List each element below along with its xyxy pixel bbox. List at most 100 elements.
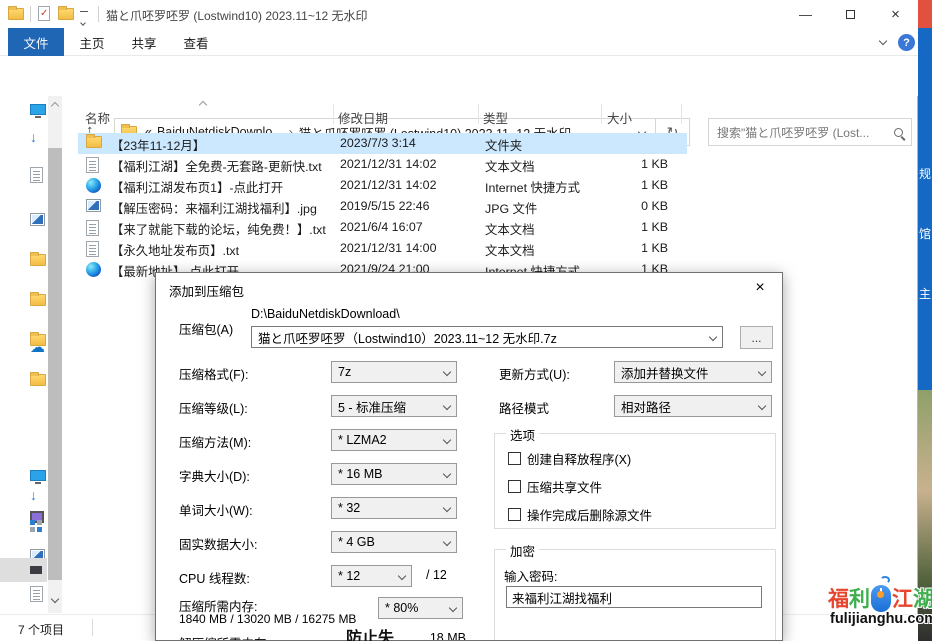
archive-name-value: 猫と爪呸罗呸罗（Lostwind10）2023.11~12 无水印.7z [258,328,557,347]
documents-icon[interactable] [30,586,43,602]
dialog-close-button[interactable]: × [738,273,782,302]
file-row[interactable]: 【永久地址发布页】.txt 2021/12/31 14:00 文本文档 1 KB [78,238,687,259]
tab-view[interactable]: 查看 [174,28,218,56]
method-select[interactable]: * LZMA2 [331,429,457,451]
help-button[interactable]: ? [898,34,915,51]
file-row[interactable]: 【来了就能下载的论坛，纯免费！】.txt 2021/6/4 16:07 文本文档… [78,217,687,238]
quick-access-properties-icon[interactable] [38,6,50,21]
folder-icon [86,136,102,148]
memory-percent-select[interactable]: * 80% [378,597,463,619]
tab-share[interactable]: 共享 [122,28,166,56]
format-select[interactable]: 7z [331,361,457,383]
level-select[interactable]: 5 - 标准压缩 [331,395,457,417]
options-group-title: 选项 [506,425,539,444]
chevron-down-icon [443,470,451,478]
file-row[interactable]: 【解压密码：来福利江湖找福利】.jpg 2019/5/15 22:46 JPG … [78,196,687,217]
background-window-strip: 规 馆 主 [918,0,932,641]
archive-label: 压缩包(A) [179,319,233,338]
password-input[interactable]: 来福利江湖找福利 [506,586,762,608]
onedrive-icon[interactable]: ☁ [30,340,45,355]
quick-access-folder-icon[interactable] [58,8,74,20]
column-divider[interactable] [601,104,602,124]
pictures-icon[interactable] [30,213,45,226]
file-type: 文件夹 [485,136,522,154]
column-header-date[interactable]: 修改日期 [338,108,388,127]
windows-tiles-icon[interactable] [30,520,42,532]
column-header-name[interactable]: 名称 [85,108,110,127]
column-divider[interactable] [333,104,334,124]
ribbon-collapse-icon[interactable] [879,37,887,45]
password-label: 输入密码: [504,566,557,585]
memory-values: 1840 MB / 13020 MB / 16275 MB [179,612,356,626]
update-mode-label: 更新方式(U): [499,364,570,383]
folder-icon[interactable] [30,294,46,306]
file-date: 2019/5/15 22:46 [340,199,430,213]
file-type: 文本文档 [485,220,535,238]
file-date: 2021/12/31 14:00 [340,241,436,255]
path-mode-select[interactable]: 相对路径 [614,395,772,417]
title-bar: 猫と爪呸罗呸罗 (Lostwind10) 2023.11~12 无水印 — × [0,0,918,28]
option-sfx[interactable]: 创建自释放程序(X) [508,449,631,468]
window-title: 猫と爪呸罗呸罗 (Lostwind10) 2023.11~12 无水印 [106,7,368,24]
browse-button[interactable]: ... [740,326,773,349]
text-file-icon [86,157,99,173]
checkbox-icon[interactable] [508,452,521,465]
this-pc-icon[interactable] [30,470,46,481]
tab-home[interactable]: 主页 [70,28,114,56]
scrollbar-thumb[interactable] [48,148,62,580]
navigation-pane: ↓ ☁ ↓ [0,96,75,613]
minimize-button[interactable]: — [783,0,828,28]
option-shared-files[interactable]: 压缩共享文件 [508,477,602,496]
text-file-icon [86,220,99,236]
overlay-text-fragment: 防止失 [346,624,394,641]
column-divider[interactable] [681,104,682,124]
maximize-button[interactable] [828,0,873,28]
solid-block-select[interactable]: * 4 GB [331,531,457,553]
file-type: JPG 文件 [485,199,537,217]
drive-icon[interactable] [30,566,42,574]
chevron-down-icon [443,436,451,444]
folder-icon[interactable] [30,374,46,386]
watermark-domain: fulijianghu.com [830,611,932,627]
file-row[interactable]: 【福利江湖】全免费-无套路-更新快.txt 2021/12/31 14:02 文… [78,154,687,175]
checkbox-icon[interactable] [508,508,521,521]
documents-icon[interactable] [30,167,43,183]
add-to-archive-dialog: 添加到压缩包 × 压缩包(A) D:\BaiduNetdiskDownload\… [155,272,783,641]
chevron-down-icon [443,402,451,410]
encryption-group-title: 加密 [506,541,539,560]
dictionary-select[interactable]: * 16 MB [331,463,457,485]
scroll-up-icon[interactable] [51,102,59,110]
strip-char: 馆 [919,225,931,242]
watermark-text: 福利江湖 [828,583,932,613]
edge-shortcut-icon [86,178,101,193]
file-size: 1 KB [583,157,668,171]
downloads-icon[interactable]: ↓ [30,130,37,144]
column-header-size[interactable]: 大小 [607,108,632,127]
archive-name-combo[interactable]: 猫と爪呸罗呸罗（Lostwind10）2023.11~12 无水印.7z [251,326,723,348]
cpu-threads-max: / 12 [426,568,447,582]
dialog-title: 添加到压缩包 [169,281,244,300]
divider [98,6,99,22]
nav-scrollbar[interactable] [48,96,62,613]
desktop-icon[interactable] [30,104,46,115]
column-header-type[interactable]: 类型 [483,108,508,127]
file-row[interactable]: 【福利江湖发布页1】-点此打开 2021/12/31 14:02 Interne… [78,175,687,196]
tab-file[interactable]: 文件 [8,28,64,56]
decompress-memory-value: 18 MB [411,631,466,641]
sort-ascending-icon [199,101,207,109]
checkbox-icon[interactable] [508,480,521,493]
file-row-selected[interactable]: 【23年11-12月】 2023/7/3 3:14 文件夹 [78,133,687,154]
downloads-icon[interactable]: ↓ [30,488,37,502]
file-name: 【永久地址发布页】.txt [111,241,239,259]
screen: 规 馆 主 猫と爪呸罗呸罗 (Lostwind10) 2023.11~12 无水… [0,0,932,641]
strip-red-segment [918,0,932,28]
file-type: 文本文档 [485,157,535,175]
word-size-select[interactable]: * 32 [331,497,457,519]
folder-icon[interactable] [30,254,46,266]
update-mode-select[interactable]: 添加并替换文件 [614,361,772,383]
scroll-down-icon[interactable] [51,595,59,603]
close-button[interactable]: × [873,0,918,28]
column-divider[interactable] [478,104,479,124]
option-delete-after[interactable]: 操作完成后删除源文件 [508,505,652,524]
cpu-threads-select[interactable]: * 12 [331,565,412,587]
